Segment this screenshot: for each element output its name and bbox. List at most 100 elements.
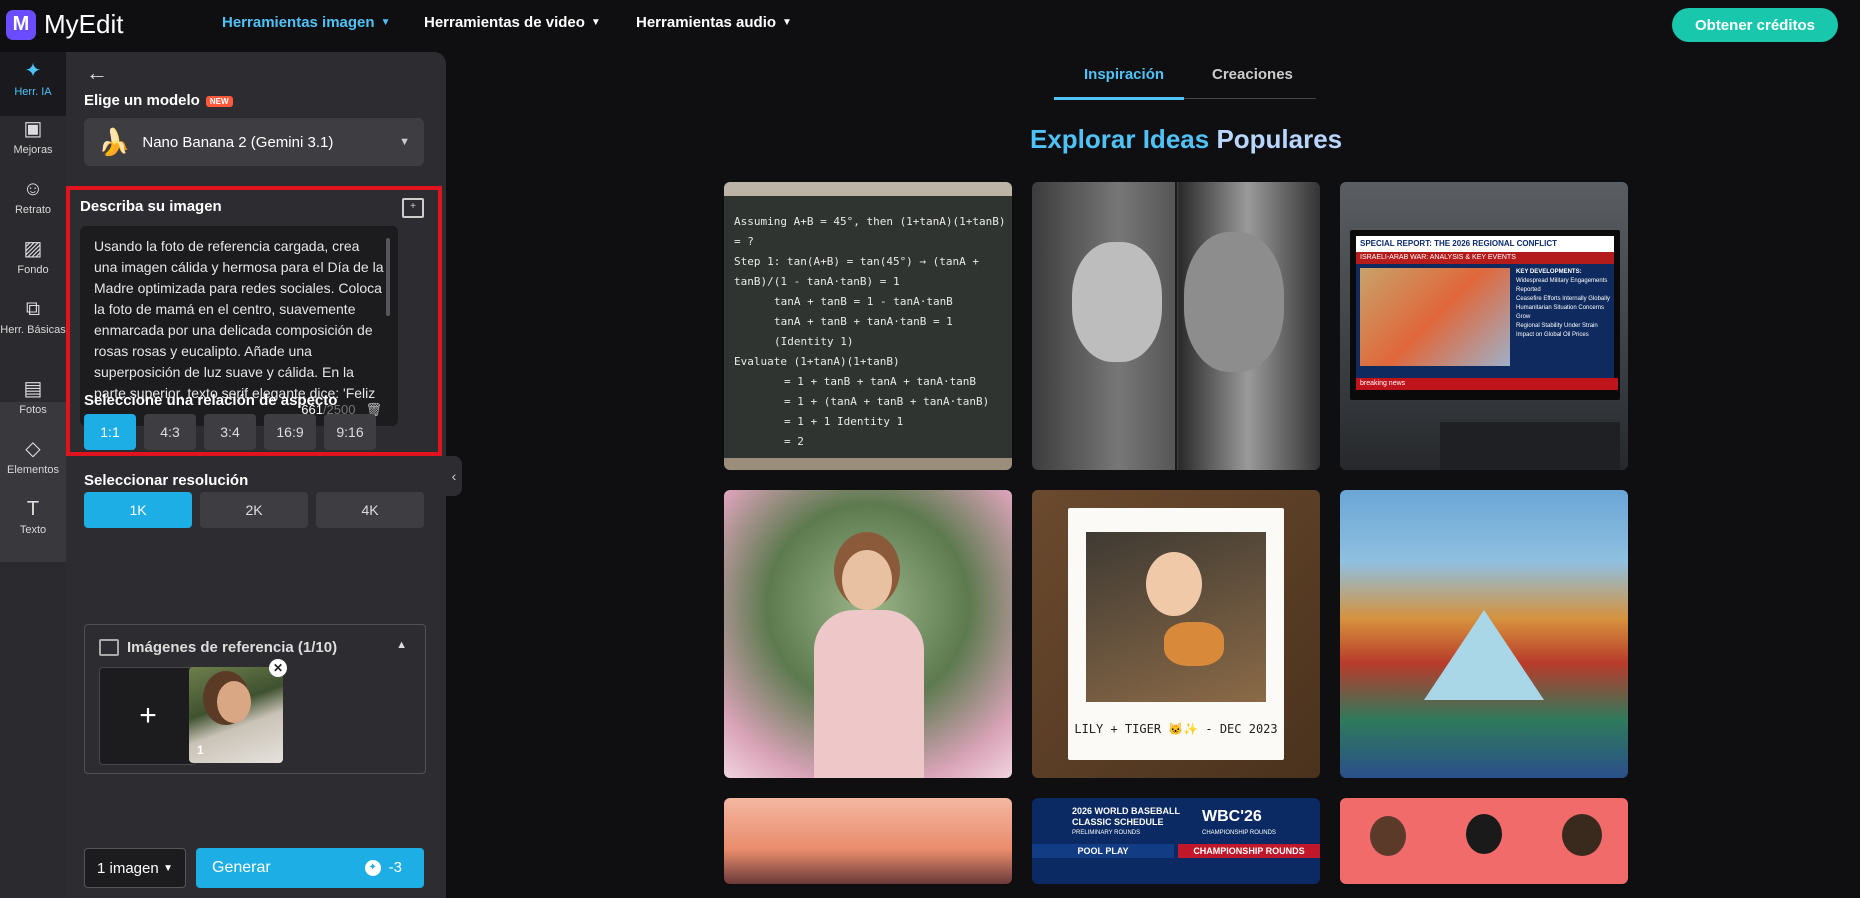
rail-item-enhance[interactable]: ▣ Mejoras — [0, 118, 66, 156]
figure-head — [1466, 814, 1502, 854]
reference-photo-face — [217, 681, 251, 723]
rail-item-ai-tools[interactable]: ✦ Herr. IA — [0, 52, 66, 116]
resolution-option-2k[interactable]: 2K — [200, 492, 308, 528]
inspiration-card-portrait-bw[interactable] — [1032, 182, 1320, 470]
man-face — [1184, 232, 1284, 372]
tv-bullet: Widespread Military Engagements Reported — [1516, 278, 1608, 293]
nav-audio-tools[interactable]: Herramientas audio ▼ — [636, 14, 792, 31]
chevron-down-icon: ▼ — [590, 17, 601, 28]
woman-face — [842, 550, 892, 610]
generate-button[interactable]: Generar ✦ -3 — [196, 848, 424, 888]
sparkle-icon: ✦ — [364, 859, 381, 876]
nav-audio-tools-label: Herramientas audio — [636, 14, 777, 31]
inspiration-card-tv-report[interactable]: SPECIAL REPORT: THE 2026 REGIONAL CONFLI… — [1340, 182, 1628, 470]
tv-bullet: Ceasefire Efforts Internally Globally — [1516, 296, 1610, 302]
inspiration-card-sunset[interactable] — [724, 798, 1012, 884]
crop-icon: ⧉ — [25, 298, 41, 320]
heading-part1: Explorar Ideas — [1030, 124, 1210, 154]
chevron-up-icon[interactable]: ▲ — [396, 639, 407, 651]
polaroid-photo — [1086, 532, 1266, 702]
image-icon — [99, 639, 119, 656]
aspect-option-1-1[interactable]: 1:1 — [84, 414, 136, 450]
resolution-option-4k[interactable]: 4K — [316, 492, 424, 528]
back-arrow-icon[interactable]: ← — [86, 60, 108, 86]
reference-images-label: Imágenes de referencia (1/10) — [127, 639, 338, 656]
chevron-down-icon: ▼ — [380, 17, 391, 28]
reference-thumbnail[interactable]: 1 — [189, 667, 283, 763]
aspect-option-4-3[interactable]: 4:3 — [144, 414, 196, 450]
inspiration-card-wbc[interactable]: 2026 WORLD BASEBALL CLASSIC SCHEDULE PRE… — [1032, 798, 1320, 884]
reference-images-header[interactable]: Imágenes de referencia (1/10) — [99, 639, 337, 656]
tool-rail: ✦ Herr. IA ▣ Mejoras ☺ Retrato ▨ Fondo ⧉ Herr… — [0, 52, 66, 898]
tv-subhead: ISRAELI-ARAB WAR: ANALYSIS & KEY EVENTS — [1356, 252, 1614, 264]
rail-item-text[interactable]: T Texto — [0, 498, 66, 536]
chalk-line: Step 1: tan(A+B) = tan(45°) → (tanA + ta… — [734, 255, 980, 288]
aspect-option-3-4[interactable]: 3:4 — [204, 414, 256, 450]
heading-part2: Populares — [1216, 124, 1343, 154]
inspiration-card-illustration[interactable] — [1340, 798, 1628, 884]
rail-item-elements[interactable]: ◇ Elementos — [0, 438, 66, 476]
rail-item-label: Fondo — [17, 264, 49, 276]
get-credits-button[interactable]: Obtener créditos — [1672, 8, 1838, 42]
tab-creations[interactable]: Creaciones — [1212, 66, 1293, 83]
wbc-logo-sub: CHAMPIONSHIP ROUNDS — [1202, 830, 1276, 836]
tv-bullet: Impact on Global Oil Prices — [1516, 332, 1589, 338]
model-select[interactable]: 🍌 Nano Banana 2 (Gemini 3.1) ▼ — [84, 118, 424, 166]
rail-item-label: Texto — [19, 524, 47, 536]
aspect-label: Seleccione una relación de aspecto — [84, 392, 338, 409]
inspiration-card-polaroid[interactable]: LILY + TIGER 🐱✨ - DEC 2023 — [1032, 490, 1320, 778]
wbc-logo: WBC'26 — [1202, 808, 1262, 825]
inspiration-card-chalkboard[interactable]: Assuming A+B = 45°, then (1+tanA)(1+tanB… — [724, 182, 1012, 470]
rail-item-label: Fotos — [19, 404, 47, 416]
close-icon[interactable]: ✕ — [269, 659, 287, 677]
polaroid-caption: LILY + TIGER 🐱✨ - DEC 2023 — [1074, 722, 1278, 736]
photos-icon: ▤ — [23, 378, 43, 400]
generate-cost-value: -3 — [388, 859, 402, 876]
polaroid-frame: LILY + TIGER 🐱✨ - DEC 2023 — [1068, 508, 1284, 760]
aspect-option-9-16[interactable]: 9:16 — [324, 414, 376, 450]
aspect-ratio-options: 1:1 4:3 3:4 16:9 9:16 — [84, 414, 376, 450]
aspect-option-16-9[interactable]: 16:9 — [264, 414, 316, 450]
tab-inspiration[interactable]: Inspiración — [1084, 66, 1164, 83]
resolution-option-1k[interactable]: 1K — [84, 492, 192, 528]
rail-item-portrait[interactable]: ☺ Retrato — [0, 178, 66, 216]
rail-item-label: Elementos — [7, 464, 59, 476]
chalk-line: tanA + tanB = 1 - tanA·tanB — [774, 295, 953, 308]
kitten — [1164, 622, 1224, 666]
image-count-select[interactable]: 1 imagen ▼ — [84, 848, 186, 888]
describe-label: Describa su imagen — [80, 198, 222, 215]
chalk-line: = 1 + tanB + tanA + tanA·tanB — [784, 375, 977, 388]
prompt-text[interactable]: Usando la foto de referencia cargada, cr… — [94, 236, 384, 404]
wall-strip — [724, 182, 1012, 196]
chalk-line: = 2 — [784, 435, 804, 448]
prompt-scrollbar[interactable] — [386, 238, 390, 316]
rail-item-label: Mejoras — [13, 144, 53, 156]
rail-item-photos[interactable]: ▤ Fotos — [0, 378, 66, 416]
rail-item-background[interactable]: ▨ Fondo — [0, 238, 66, 276]
inspiration-card-louvre[interactable] — [1340, 490, 1628, 778]
split-line — [1175, 182, 1177, 470]
figure-head — [1370, 816, 1406, 856]
inspiration-card-garden[interactable] — [724, 490, 1012, 778]
add-reference-button[interactable]: + — [99, 667, 197, 765]
shapes-icon: ◇ — [25, 438, 41, 460]
tv-screen: SPECIAL REPORT: THE 2026 REGIONAL CONFLI… — [1356, 236, 1618, 390]
nav-image-tools-label: Herramientas imagen — [222, 14, 375, 31]
gallery-tabs: Inspiración Creaciones — [1054, 60, 1316, 100]
chevron-down-icon: ▼ — [163, 863, 173, 874]
reference-images-section: Imágenes de referencia (1/10) ▲ + 1 ✕ — [84, 624, 426, 774]
rail-item-basic-tools[interactable]: ⧉ Herr. Básicas — [0, 298, 66, 336]
tv-bullet: Humanitarian Situation Concerns Grow — [1516, 305, 1605, 320]
generate-cost: ✦ -3 — [364, 859, 402, 876]
collapse-panel-button[interactable]: ‹ — [446, 456, 462, 496]
wbc-champ: CHAMPIONSHIP ROUNDS — [1178, 844, 1320, 858]
banana-icon: 🍌 — [98, 126, 131, 157]
app-logo[interactable]: M MyEdit — [6, 9, 123, 40]
nav-image-tools[interactable]: Herramientas imagen ▼ — [222, 14, 390, 31]
wbc-subtitle: PRELIMINARY ROUNDS — [1072, 830, 1141, 836]
nav-video-tools[interactable]: Herramientas de video ▼ — [424, 14, 601, 31]
image-add-icon[interactable]: + — [402, 198, 424, 218]
chalk-ledge — [724, 458, 1012, 470]
chalk-line: Evaluate (1+tanA)(1+tanB) — [734, 355, 900, 368]
background-icon: ▨ — [23, 238, 43, 260]
